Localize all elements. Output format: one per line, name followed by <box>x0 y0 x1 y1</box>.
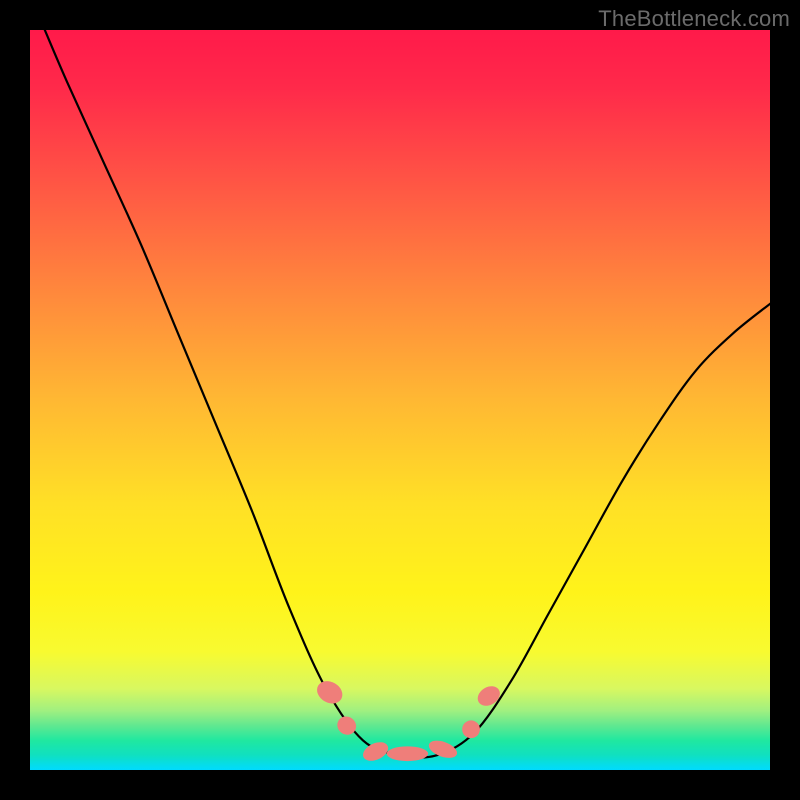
curve-layer <box>30 30 770 770</box>
curve-marker <box>474 682 503 710</box>
bottleneck-curve <box>45 30 770 758</box>
watermark-label: TheBottleneck.com <box>598 6 790 32</box>
chart-frame: TheBottleneck.com <box>0 0 800 800</box>
curve-marker <box>334 713 360 739</box>
curve-markers <box>313 677 504 765</box>
curve-marker <box>387 746 428 761</box>
curve-marker <box>360 738 391 764</box>
curve-marker <box>458 717 483 742</box>
curve-marker <box>313 677 346 708</box>
curve-marker <box>426 737 459 761</box>
plot-area <box>30 30 770 770</box>
